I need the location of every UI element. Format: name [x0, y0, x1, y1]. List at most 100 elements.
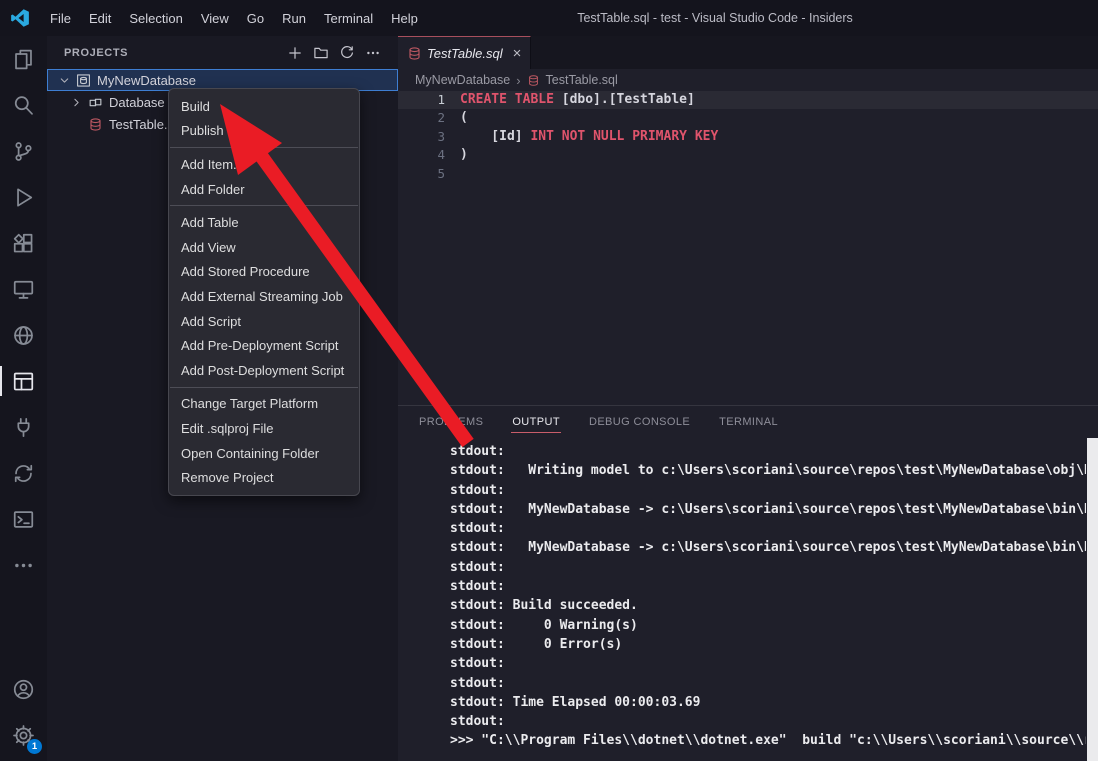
accounts-icon[interactable] — [0, 666, 47, 712]
code-text: ) — [460, 146, 468, 164]
menu-item-add-item[interactable]: Add Item... — [169, 152, 359, 177]
output-line: stdout: Build succeeded. — [450, 596, 1086, 615]
add-project-icon[interactable] — [284, 42, 306, 64]
panel-tab-problems[interactable]: PROBLEMS — [418, 407, 484, 437]
output-line: >>> "C:\\Program Files\\dotnet\\dotnet.e… — [450, 731, 1086, 750]
menubar-item-view[interactable]: View — [192, 6, 238, 31]
panel-tabs: PROBLEMS OUTPUT DEBUG CONSOLE TERMINAL — [398, 406, 1098, 438]
refresh-icon[interactable] — [336, 42, 358, 64]
menu-item-add-external-streaming-job[interactable]: Add External Streaming Job — [169, 284, 359, 309]
menu-separator — [170, 205, 358, 206]
menu-separator — [170, 387, 358, 388]
database-projects-icon[interactable] — [0, 358, 47, 404]
vscode-window: FileEditSelectionViewGoRunTerminalHelp T… — [0, 0, 1098, 761]
extensions-icon[interactable] — [0, 220, 47, 266]
settings-gear-icon[interactable]: 1 — [0, 712, 47, 758]
menu-item-add-table[interactable]: Add Table — [169, 210, 359, 235]
vscode-insiders-logo — [9, 7, 31, 29]
code-line: 5 — [398, 165, 1098, 183]
output-line: stdout: 0 Error(s) — [450, 635, 1086, 654]
more-views-icon[interactable] — [0, 542, 47, 588]
menubar-item-selection[interactable]: Selection — [120, 6, 191, 31]
output-line: stdout: — [450, 654, 1086, 673]
tree-item-label: MyNewDatabase — [97, 73, 196, 88]
close-icon[interactable]: × — [513, 46, 522, 61]
output-line: stdout: — [450, 558, 1086, 577]
panel-tab-debug-console[interactable]: DEBUG CONSOLE — [588, 407, 691, 437]
editor-area: TestTable.sql × MyNewDatabase › TestTabl… — [398, 36, 1098, 405]
sidebar-header: PROJECTS — [47, 36, 398, 69]
code-editor[interactable]: 1CREATE TABLE [dbo].[TestTable]2(3 [Id] … — [398, 91, 1098, 183]
breadcrumb-file[interactable]: TestTable.sql — [546, 73, 618, 87]
tab-testtable-sql[interactable]: TestTable.sql × — [398, 36, 531, 69]
line-number: 1 — [398, 91, 445, 109]
code-text: ( — [460, 109, 468, 127]
database-project-icon — [76, 72, 92, 88]
menu-item-add-pre-deployment-script[interactable]: Add Pre-Deployment Script — [169, 333, 359, 358]
menubar-item-edit[interactable]: Edit — [80, 6, 120, 31]
output-scrollbar[interactable] — [1087, 438, 1098, 761]
connections-icon[interactable] — [0, 404, 47, 450]
output-line: stdout: — [450, 577, 1086, 596]
menubar-item-go[interactable]: Go — [238, 6, 273, 31]
output-line: stdout: — [450, 519, 1086, 538]
menubar-item-file[interactable]: File — [41, 6, 80, 31]
line-number: 5 — [398, 165, 445, 183]
output-line: stdout: Time Elapsed 00:00:03.69 — [450, 693, 1086, 712]
output-log[interactable]: stdout: stdout: Writing model to c:\Users… — [398, 438, 1086, 761]
menubar-item-run[interactable]: Run — [273, 6, 315, 31]
menu-item-publish[interactable]: Publish — [169, 119, 359, 144]
bottom-panel: PROBLEMS OUTPUT DEBUG CONSOLE TERMINAL stdo… — [398, 405, 1098, 761]
more-actions-icon[interactable] — [362, 42, 384, 64]
remote-explorer-icon[interactable] — [0, 266, 47, 312]
settings-sync-icon[interactable] — [0, 450, 47, 496]
database-file-icon — [407, 46, 422, 61]
activity-bar-bottom: 1 — [0, 666, 47, 758]
sidebar-actions — [284, 42, 384, 64]
search-icon[interactable] — [0, 82, 47, 128]
source-control-icon[interactable] — [0, 128, 47, 174]
code-text: CREATE TABLE [dbo].[TestTable] — [460, 91, 695, 109]
menubar-item-help[interactable]: Help — [382, 6, 427, 31]
line-number: 3 — [398, 128, 445, 146]
code-text: [Id] INT NOT NULL PRIMARY KEY — [460, 128, 718, 146]
menu-separator — [170, 147, 358, 148]
menubar-item-terminal[interactable]: Terminal — [315, 6, 382, 31]
code-line: 3 [Id] INT NOT NULL PRIMARY KEY — [398, 128, 1098, 146]
chevron-down-icon — [58, 72, 73, 88]
menu-item-edit-sqlproj-file[interactable]: Edit .sqlproj File — [169, 416, 359, 441]
panel-tab-terminal[interactable]: TERMINAL — [718, 407, 779, 437]
menu-item-remove-project[interactable]: Remove Project — [169, 465, 359, 490]
code-line: 4) — [398, 146, 1098, 164]
run-and-debug-icon[interactable] — [0, 174, 47, 220]
menu-item-add-script[interactable]: Add Script — [169, 309, 359, 334]
editor-tab-bar: TestTable.sql × — [398, 36, 1098, 69]
explorer-icon[interactable] — [0, 36, 47, 82]
output-console-icon[interactable] — [0, 496, 47, 542]
window-title: TestTable.sql - test - Visual Studio Cod… — [332, 11, 1098, 25]
menu-item-open-containing-folder[interactable]: Open Containing Folder — [169, 441, 359, 466]
menu-item-add-stored-procedure[interactable]: Add Stored Procedure — [169, 260, 359, 285]
panel-tab-output[interactable]: OUTPUT — [511, 407, 561, 437]
context-menu: BuildPublish Add Item...Add Folder Add Tab… — [168, 88, 360, 496]
output-line: stdout: — [450, 674, 1086, 693]
menu-item-change-target-platform[interactable]: Change Target Platform — [169, 392, 359, 417]
activity-bar: 1 — [0, 36, 47, 761]
output-line: stdout: 0 Warning(s) — [450, 616, 1086, 635]
breadcrumb-project[interactable]: MyNewDatabase — [415, 73, 510, 87]
github-icon[interactable] — [0, 312, 47, 358]
menu-item-add-post-deployment-script[interactable]: Add Post-Deployment Script — [169, 358, 359, 383]
open-folder-icon[interactable] — [310, 42, 332, 64]
output-line: stdout: Writing model to c:\Users\scoria… — [450, 461, 1086, 480]
output-line: stdout: — [450, 712, 1086, 731]
breadcrumb: MyNewDatabase › TestTable.sql — [398, 69, 1098, 91]
menu-item-add-folder[interactable]: Add Folder — [169, 177, 359, 202]
code-line: 2( — [398, 109, 1098, 127]
sidebar-title: PROJECTS — [64, 47, 128, 59]
chevron-right-icon: › — [516, 73, 520, 88]
settings-badge: 1 — [27, 739, 42, 754]
line-number: 2 — [398, 109, 445, 127]
menu-item-add-view[interactable]: Add View — [169, 235, 359, 260]
database-file-icon — [88, 116, 104, 132]
menu-item-build[interactable]: Build — [169, 94, 359, 119]
